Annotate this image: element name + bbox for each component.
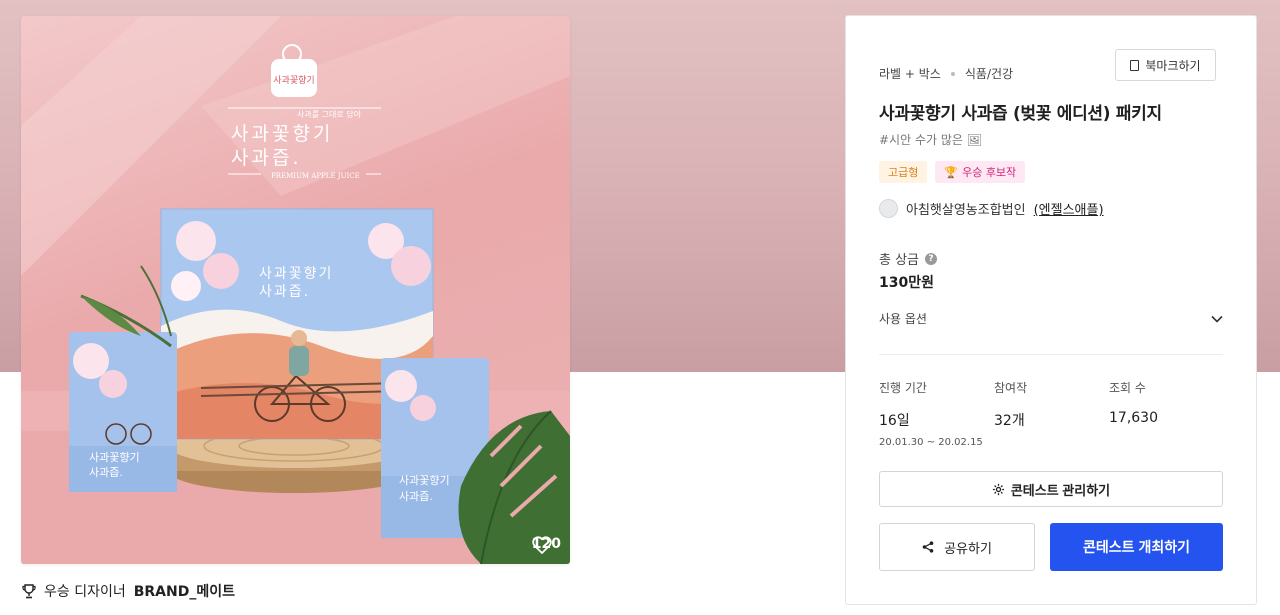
owner-handle-link[interactable]: (엔젤스애플) bbox=[1034, 199, 1104, 218]
bookmark-label: 북마크하기 bbox=[1145, 58, 1201, 73]
winner-label: 우승 디자이너 bbox=[44, 584, 126, 600]
stat-views: 조회 수 17,630 bbox=[1109, 379, 1223, 448]
owner-avatar bbox=[879, 199, 898, 218]
logo-text: 사과꽃향기 bbox=[273, 74, 314, 86]
divider bbox=[879, 354, 1223, 355]
help-icon[interactable]: ? bbox=[925, 252, 938, 265]
stat-label: 진행 기간 bbox=[879, 381, 927, 395]
owner-name: 아침햇살영농조합법인 bbox=[906, 203, 1026, 218]
share-label: 공유하기 bbox=[944, 540, 992, 556]
stat-value: 32개 bbox=[994, 413, 1025, 429]
right-pouch-title1: 사과꽃향기 bbox=[399, 474, 450, 487]
brand-logo: 사과꽃향기 bbox=[271, 44, 317, 97]
manage-contest-label: 콘테스트 관리하기 bbox=[1010, 482, 1111, 498]
category-primary[interactable]: 라벨 + 박스 bbox=[879, 65, 941, 82]
like-badge[interactable]: 120 bbox=[532, 536, 561, 554]
stat-value: 16일 bbox=[879, 413, 910, 429]
stat-entries: 참여작 32개 bbox=[994, 379, 1109, 448]
tag-premium: 고급형 bbox=[879, 161, 928, 183]
usage-options-label: 사용 옵션 bbox=[879, 312, 927, 326]
winner-name[interactable]: BRAND_메이트 bbox=[134, 581, 235, 601]
artwork-english: PREMIUM APPLE JUICE bbox=[271, 172, 360, 180]
tag-list: 고급형 🏆 우승 후보작 bbox=[879, 161, 1026, 183]
right-pouch-title2: 사과즙. bbox=[399, 490, 433, 503]
host-contest-label: 콘테스트 개최하기 bbox=[1083, 539, 1190, 555]
prize-value: 130만원 bbox=[879, 275, 934, 291]
artwork-subtitle: 사과를 그대로 담아 bbox=[297, 109, 362, 119]
stat-value: 17,630 bbox=[1109, 410, 1158, 426]
usage-options-toggle[interactable]: 사용 옵션 bbox=[879, 310, 1223, 327]
contest-title: 사과꽃향기 사과즙 (벚꽃 에디션) 패키지 bbox=[879, 104, 1162, 124]
stat-label: 조회 수 bbox=[1109, 381, 1146, 395]
contest-tagline: #시안 수가 많은 🖼 bbox=[879, 133, 982, 147]
separator-dot bbox=[950, 71, 955, 76]
box-title-line1: 사과꽃향기 bbox=[259, 266, 333, 282]
heart-icon bbox=[532, 536, 552, 554]
bookmark-button[interactable]: 북마크하기 bbox=[1115, 49, 1216, 81]
gear-icon bbox=[992, 483, 1004, 495]
stat-period: 진행 기간 16일 20.01.30 ~ 20.02.15 bbox=[879, 379, 994, 448]
artwork-title-line2: 사과즙. bbox=[231, 147, 301, 169]
package-illustration: 사과꽃향기 사과를 그대로 담아 사과꽃향기 사과즙. PREMIUM APPL… bbox=[21, 16, 570, 564]
bookmark-icon bbox=[1130, 59, 1140, 71]
tag-candidate-label: 우승 후보작 bbox=[962, 166, 1017, 179]
category-breadcrumb: 라벨 + 박스 식품/건강 bbox=[879, 65, 1013, 82]
stat-label: 참여작 bbox=[994, 381, 1028, 395]
product-image[interactable]: 사과꽃향기 사과를 그대로 담아 사과꽃향기 사과즙. PREMIUM APPL… bbox=[21, 16, 570, 564]
trophy-emoji-icon: 🏆 bbox=[944, 165, 959, 179]
prize-label: 총 상금 bbox=[879, 253, 920, 268]
left-pouch-title2: 사과즙. bbox=[89, 466, 123, 479]
category-secondary[interactable]: 식품/건강 bbox=[965, 65, 1013, 82]
manage-contest-button[interactable]: 콘테스트 관리하기 bbox=[879, 471, 1223, 507]
prize-label-row: 총 상금 ? bbox=[879, 249, 938, 268]
share-button[interactable]: 공유하기 bbox=[879, 523, 1035, 571]
contest-info-card: 라벨 + 박스 식품/건강 북마크하기 사과꽃향기 사과즙 (벚꽃 에디션) 패… bbox=[845, 15, 1257, 605]
artwork-title-line1: 사과꽃향기 bbox=[231, 123, 333, 145]
trophy-icon bbox=[22, 583, 36, 598]
contest-stats: 진행 기간 16일 20.01.30 ~ 20.02.15 참여작 32개 조회… bbox=[879, 379, 1223, 448]
chevron-down-icon bbox=[1211, 315, 1223, 323]
box-title-line2: 사과즙. bbox=[259, 284, 310, 300]
stat-date-range: 20.01.30 ~ 20.02.15 bbox=[879, 437, 983, 448]
left-pouch-title1: 사과꽃향기 bbox=[89, 451, 140, 464]
winner-designer: 우승 디자이너 BRAND_메이트 bbox=[22, 581, 235, 601]
share-icon bbox=[922, 541, 934, 553]
host-contest-button[interactable]: 콘테스트 개최하기 bbox=[1050, 523, 1223, 571]
tag-winner-candidate: 🏆 우승 후보작 bbox=[935, 161, 1026, 183]
contest-owner: 아침햇살영농조합법인 (엔젤스애플) bbox=[879, 199, 1104, 218]
